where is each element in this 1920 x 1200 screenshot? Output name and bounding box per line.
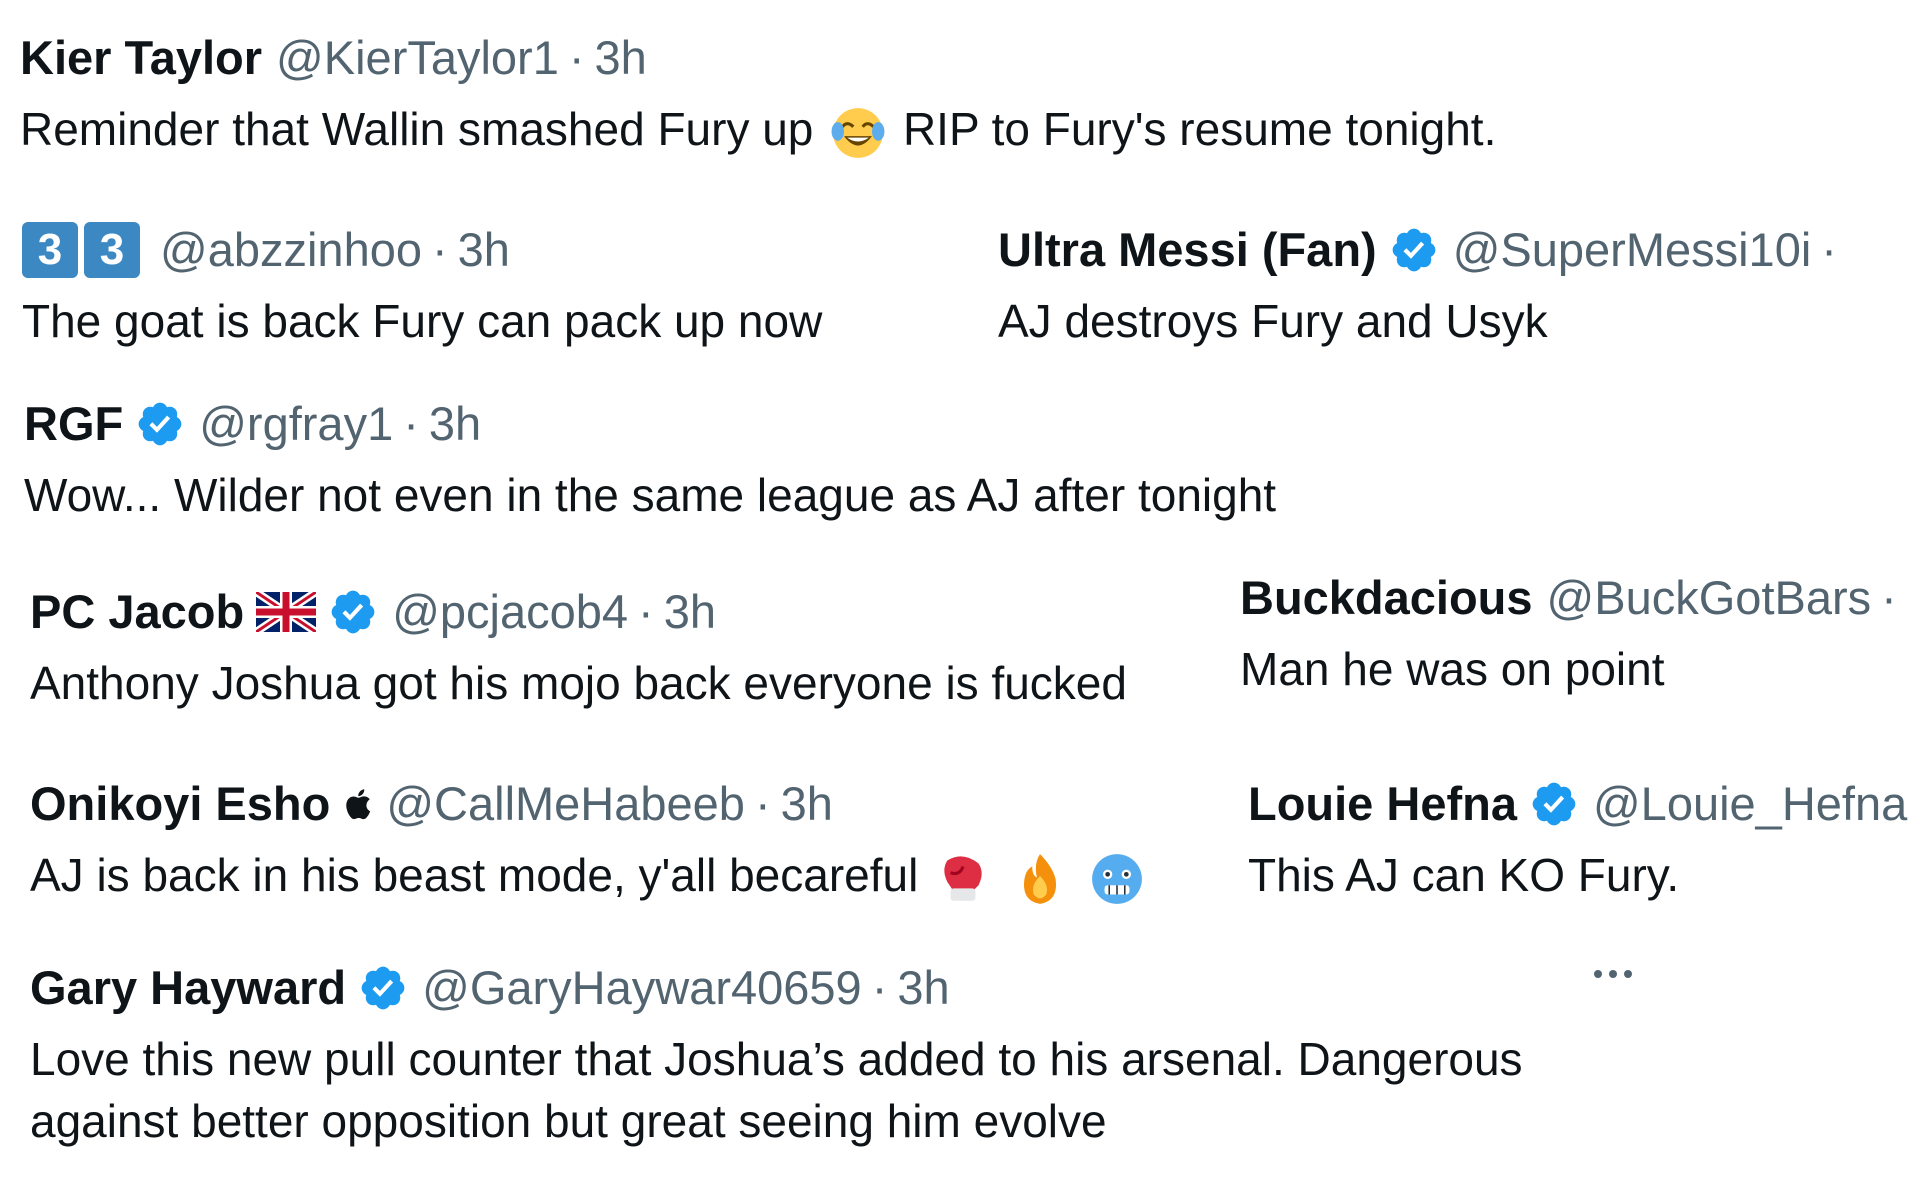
tweet-kier-taylor[interactable]: Kier Taylor @KierTaylor1 · 3h Reminder t… [20, 28, 1496, 161]
display-name[interactable]: Buckdacious [1240, 568, 1533, 628]
user-handle[interactable]: @BuckGotBars [1547, 568, 1872, 628]
timestamp[interactable]: 3h [781, 774, 833, 834]
user-handle[interactable]: @SuperMessi10i [1453, 220, 1812, 280]
tweet-gary-hayward[interactable]: Gary Hayward @GaryHaywar40659 · 3h Love … [30, 958, 1650, 1152]
tweet-rgf[interactable]: RGF @rgfray1 · 3h Wow... Wilder not even… [24, 394, 1276, 526]
separator-dot: · [871, 961, 888, 1014]
tweet-abzzinhoo[interactable]: 3 3 @abzzinhoo · 3h The goat is back Fur… [22, 220, 822, 352]
tweet-header: Buckdacious @BuckGotBars · [1240, 568, 1907, 628]
display-name[interactable]: Louie Hefna [1248, 774, 1517, 834]
tweet-header: PC Jacob @pcjacob4 · 3h [30, 582, 1127, 642]
verified-badge-icon [328, 587, 378, 637]
user-handle[interactable]: @Louie_Hefna [1593, 774, 1907, 834]
timestamp[interactable]: 3h [595, 28, 647, 88]
user-handle[interactable]: @GaryHaywar40659 [422, 958, 862, 1018]
user-handle[interactable]: @rgfray1 [199, 394, 393, 454]
more-options-icon[interactable] [1588, 964, 1638, 984]
verified-badge-icon [1389, 225, 1439, 275]
cold-face-icon [1091, 853, 1142, 904]
tweet-header: 3 3 @abzzinhoo · 3h [22, 220, 822, 280]
display-name[interactable]: RGF [24, 394, 123, 454]
separator-dot: · [1821, 223, 1837, 276]
tweet-text-part: Reminder that Wallin smashed Fury up [20, 103, 814, 155]
uk-flag-icon [256, 592, 317, 632]
display-name[interactable]: Onikoyi Esho [30, 774, 330, 834]
separator-dot: · [568, 31, 585, 84]
user-handle[interactable]: @abzzinhoo [160, 220, 422, 280]
tweet-text: AJ is back in his beast mode, y'all beca… [30, 844, 1149, 907]
tweet-text: This AJ can KO Fury. [1248, 849, 1680, 901]
display-name[interactable]: Kier Taylor [20, 28, 262, 88]
tweet-header: Kier Taylor @KierTaylor1 · 3h [20, 28, 1496, 88]
user-handle[interactable]: @KierTaylor1 [276, 28, 559, 88]
tweet-ultra-messi[interactable]: Ultra Messi (Fan) @SuperMessi10i · AJ de… [998, 220, 1847, 352]
fire-icon [1023, 853, 1056, 904]
tweet-buckdacious[interactable]: Buckdacious @BuckGotBars · Man he was on… [1240, 568, 1907, 700]
tweet-text: Man he was on point [1240, 643, 1665, 695]
timestamp[interactable]: 3h [664, 582, 716, 642]
boxing-glove-icon [944, 856, 982, 901]
tweet-header: Onikoyi Esho @CallMeHabeeb · 3h [30, 774, 1149, 834]
tweet-text: Anthony Joshua got his mojo back everyon… [30, 657, 1127, 709]
tweet-text: Reminder that Wallin smashed Fury up RIP… [20, 98, 1496, 161]
tweet-header: RGF @rgfray1 · 3h [24, 394, 1276, 454]
separator-dot: · [403, 397, 419, 450]
tweet-text: Wow... Wilder not even in the same leagu… [24, 469, 1277, 521]
keycap-3-icon: 3 [84, 222, 140, 278]
verified-badge-icon [358, 963, 408, 1013]
tweet-text-part: RIP to Fury's resume tonight. [902, 103, 1497, 155]
display-name[interactable]: Ultra Messi (Fan) [998, 220, 1377, 280]
separator-dot: · [432, 223, 448, 276]
face-with-tears-of-joy-icon [831, 107, 885, 158]
timestamp[interactable]: 3h [458, 220, 510, 280]
tweet-onikoyi-esho[interactable]: Onikoyi Esho @CallMeHabeeb · 3h AJ is ba… [30, 774, 1149, 907]
timestamp[interactable]: 3h [897, 958, 949, 1018]
separator-dot: · [638, 585, 654, 638]
tweet-text: The goat is back Fury can pack up now [22, 295, 823, 347]
tweet-louie-hefna[interactable]: Louie Hefna @Louie_Hefna · This AJ can K… [1248, 774, 1920, 906]
tweet-pc-jacob[interactable]: PC Jacob @pcjacob4 · 3h Anthony Joshua g… [30, 582, 1127, 714]
display-name[interactable]: PC Jacob [30, 582, 244, 642]
tweet-text: AJ destroys Fury and Usyk [998, 295, 1548, 347]
tweet-header: Gary Hayward @GaryHaywar40659 · 3h [30, 958, 1650, 1018]
separator-dot: · [754, 777, 771, 830]
verified-badge-icon [1529, 779, 1579, 829]
tweet-text: Love this new pull counter that Joshua’s… [30, 1033, 1523, 1147]
display-name[interactable]: Gary Hayward [30, 958, 346, 1018]
tweet-text-part: AJ is back in his beast mode, y'all beca… [30, 849, 919, 901]
user-handle[interactable]: @pcjacob4 [392, 582, 628, 642]
apple-logo-icon [346, 789, 371, 820]
verified-badge-icon [135, 399, 185, 449]
tweet-header: Ultra Messi (Fan) @SuperMessi10i · [998, 220, 1847, 280]
tweet-header: Louie Hefna @Louie_Hefna · [1248, 774, 1920, 834]
timestamp[interactable]: 3h [429, 394, 481, 454]
separator-dot: · [1881, 571, 1897, 624]
keycap-3-icon: 3 [22, 222, 78, 278]
user-handle[interactable]: @CallMeHabeeb [386, 774, 745, 834]
